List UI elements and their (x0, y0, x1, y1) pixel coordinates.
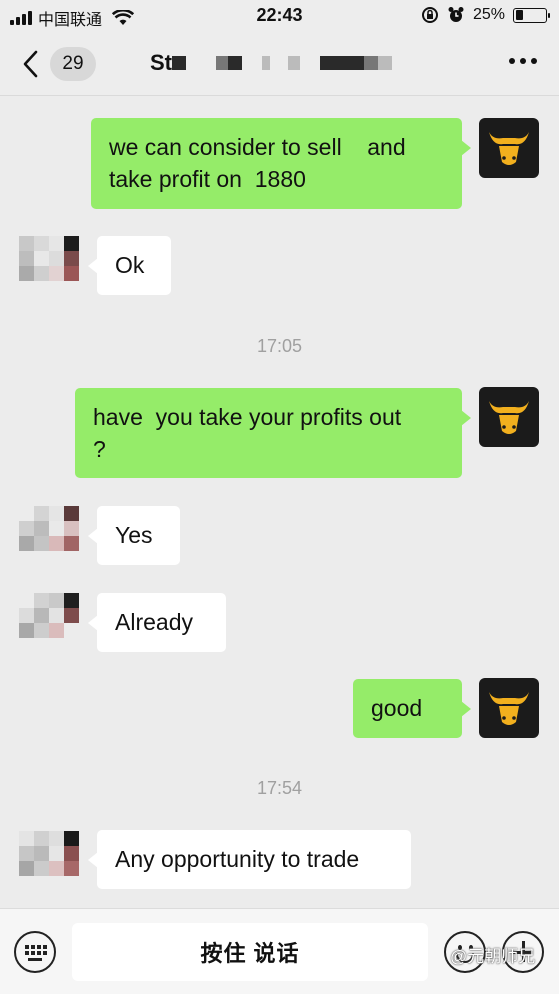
contact-avatar[interactable] (19, 506, 79, 566)
redaction-block (288, 56, 300, 70)
redaction-block (364, 56, 378, 70)
bull-logo-icon (489, 132, 529, 165)
nav-bar: 29 St (0, 32, 559, 96)
contact-avatar[interactable] (19, 831, 79, 891)
bull-logo-icon (489, 692, 529, 725)
message-bubble-incoming[interactable]: Yes (88, 506, 180, 565)
status-right: 25% (421, 6, 550, 24)
message-bubble-outgoing[interactable]: good (353, 679, 471, 738)
redaction-block (378, 56, 392, 70)
redaction-block (320, 56, 364, 70)
chat-title: St (150, 50, 392, 76)
message-bubble-incoming[interactable]: Any opportunity to trade (88, 830, 411, 889)
message-line: we can consider to sell and (109, 134, 406, 160)
bull-logo-avatar[interactable] (479, 387, 539, 447)
back-chevron-icon (23, 50, 38, 78)
message-line: have you take your profits out (93, 404, 402, 430)
bull-logo-icon (489, 401, 529, 434)
alarm-icon (448, 7, 464, 22)
redaction-block (228, 56, 242, 70)
battery-icon (513, 7, 550, 23)
bull-logo-avatar[interactable] (479, 118, 539, 178)
chat-title-text: St (150, 50, 172, 75)
bull-logo-avatar[interactable] (479, 678, 539, 738)
message-text: Already (115, 609, 193, 635)
message-timestamp: 17:54 (256, 778, 303, 798)
unread-count-badge: 29 (50, 47, 96, 81)
more-icon[interactable] (509, 58, 537, 64)
contact-avatar[interactable] (19, 593, 79, 653)
battery-percent: 25% (472, 6, 505, 23)
message-text: Yes (115, 522, 153, 548)
battery-fill (515, 10, 523, 20)
message-bubble-incoming[interactable]: Ok (88, 236, 171, 295)
hold-to-talk-button[interactable]: 按住 说话 (72, 923, 428, 981)
redaction-block (262, 56, 270, 70)
message-line: ? (93, 436, 106, 462)
redaction-block (172, 56, 186, 70)
message-text: good (371, 695, 423, 721)
message-bubble-incoming[interactable]: Already (88, 593, 226, 652)
message-bubble-outgoing[interactable]: have you take your profits out ? (75, 388, 471, 478)
lock-rotation-icon (421, 7, 438, 23)
message-text: Any opportunity to trade (115, 846, 360, 872)
message-text: Ok (115, 252, 145, 278)
watermark-text: @元朝师兄 (450, 947, 536, 966)
contact-avatar[interactable] (19, 236, 79, 296)
back-button[interactable]: 29 (18, 46, 108, 82)
keyboard-voice-icon[interactable] (14, 931, 56, 973)
message-line: take profit on 1880 (109, 166, 306, 192)
message-timestamp: 17:05 (256, 336, 303, 356)
status-bar: 中国联通 22:43 25% (0, 0, 559, 32)
message-bubble-outgoing[interactable]: we can consider to sell and take profit … (91, 118, 471, 209)
redaction-block (216, 56, 228, 70)
